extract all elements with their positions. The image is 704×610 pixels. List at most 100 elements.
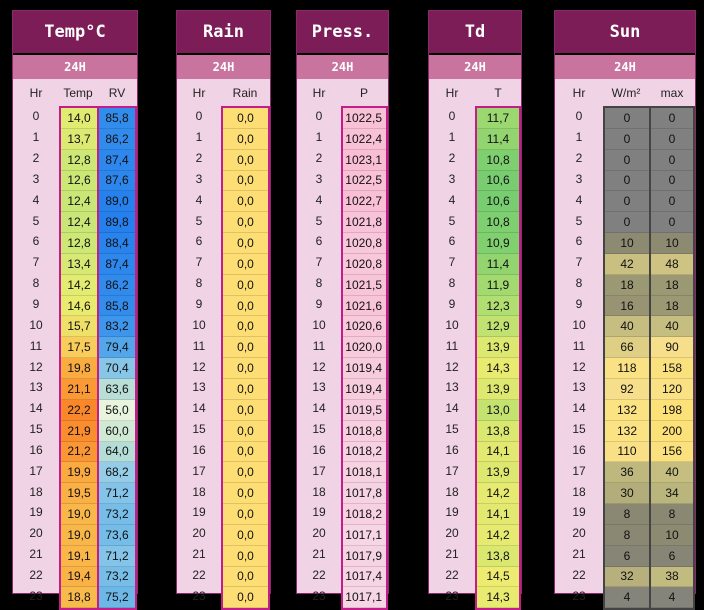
rain-value-cell: 0,0: [223, 462, 268, 484]
td-value-cell: 10,8: [477, 149, 519, 171]
hour-cell: 3: [315, 171, 323, 186]
hour-cell: 3: [195, 171, 203, 186]
hour-cell: 23: [192, 588, 206, 603]
sun-max-header: max: [660, 85, 684, 100]
hour-cell: 22: [312, 567, 326, 582]
td-hours: 0 1 2 3 4 5 6 7 8 9 10 11 12 13 14 15 16 17 18 19 20 21 22 23: [429, 106, 475, 606]
rv-value-cell: 71,2: [99, 545, 135, 567]
rv-value-cell: 87,4: [99, 149, 135, 171]
temp-value-cell: 12,8: [61, 149, 97, 171]
rain-value-cell: 0,0: [223, 170, 268, 192]
td-value-cell: 11,9: [477, 274, 519, 296]
sun-w-cell: 10: [605, 233, 649, 254]
td-value-cell: 14,1: [477, 441, 519, 463]
sun-max-cell: 198: [651, 399, 693, 421]
hour-cell: 15: [445, 422, 459, 437]
hour-cell: 15: [192, 422, 206, 437]
sun-w-cell: 6: [605, 545, 649, 567]
hour-cell: 18: [29, 484, 43, 499]
sun-max-cell: 40: [651, 316, 693, 338]
hour-cell: 18: [572, 484, 586, 499]
rain-value-cell: 0,0: [223, 420, 268, 442]
sun-w-cell: 36: [605, 462, 649, 484]
rv-value-cell: 85,8: [99, 108, 135, 129]
temp-value-cell: 12,8: [61, 233, 97, 254]
hour-cell: 4: [575, 192, 583, 207]
hour-cell: 3: [575, 171, 583, 186]
sun-max-cell: 10: [651, 524, 693, 546]
hour-cell: 13: [312, 380, 326, 395]
hour-cell: 12: [312, 359, 326, 374]
press-value-cell: 1018,2: [343, 441, 386, 463]
temp-value-cell: 14,0: [61, 108, 97, 129]
hour-cell: 11: [572, 338, 586, 353]
hour-cell: 10: [572, 317, 586, 332]
rain-value-cell: 0,0: [223, 274, 268, 296]
hour-cell: 0: [315, 109, 323, 124]
rv-col-header: RV: [108, 85, 126, 100]
hour-cell: 11: [445, 338, 459, 353]
temp-value-cell: 19,0: [61, 524, 97, 546]
press-value-cell: 1017,1: [343, 587, 386, 609]
hour-cell: 20: [572, 526, 586, 541]
rv-value-cell: 79,4: [99, 337, 135, 359]
rv-value-cell: 56,0: [99, 399, 135, 421]
td-value-cell: 13,0: [477, 399, 519, 421]
temp-value-cell: 21,1: [61, 378, 97, 400]
press-value-cell: 1021,6: [343, 295, 386, 317]
sun-max-cell: 34: [651, 483, 693, 505]
hour-cell: 11: [192, 338, 206, 353]
td-value-cell: 14,3: [477, 587, 519, 609]
td-value-cell: 11,4: [477, 253, 519, 275]
hour-cell: 18: [312, 484, 326, 499]
temp-values: 14,0 13,7 12,8 12,6 12,4 12,4 12,8 13,4 14,2 14,6…: [59, 106, 99, 610]
rv-value-cell: 86,2: [99, 128, 135, 150]
hour-cell: 15: [572, 422, 586, 437]
td-panel: Td 24H Hr T 0 1 2 3 4 5 6 7 8 9 10 11 12 13 14 15 16 17 18…: [428, 10, 522, 610]
hour-cell: 3: [448, 171, 456, 186]
hour-cell: 16: [572, 442, 586, 457]
hour-cell: 6: [575, 234, 583, 249]
hour-cell: 1: [315, 130, 323, 145]
press-value-cell: 1020,8: [343, 233, 386, 254]
press-value-cell: 1019,5: [343, 399, 386, 421]
hour-cell: 14: [29, 401, 43, 416]
hour-cell: 13: [29, 380, 43, 395]
temp-value-cell: 19,8: [61, 358, 97, 379]
hour-cell: 20: [29, 526, 43, 541]
rain-value-cell: 0,0: [223, 191, 268, 213]
hour-cell: 23: [312, 588, 326, 603]
sun-w-cell: 0: [605, 212, 649, 234]
hour-cell: 6: [32, 234, 40, 249]
td-value-cell: 13,9: [477, 337, 519, 359]
hour-cell: 21: [29, 547, 43, 562]
temp-value-cell: 19,9: [61, 462, 97, 484]
hour-cell: 17: [445, 463, 459, 478]
hour-cell: 14: [445, 401, 459, 416]
sun-w-cell: 132: [605, 399, 649, 421]
sun-hours: 0 1 2 3 4 5 6 7 8 9 10 11 12 13 14 15 16 17 18 19 20 21 22 23: [555, 106, 603, 606]
td-value-cell: 13,9: [477, 378, 519, 400]
td-value-cell: 11,7: [477, 108, 519, 129]
sun-w-cell: 8: [605, 504, 649, 525]
temp-hour-header: Hr: [29, 85, 43, 100]
temp-value-cell: 19,0: [61, 504, 97, 525]
rv-value-cell: 89,8: [99, 212, 135, 234]
rain-value-cell: 0,0: [223, 587, 268, 609]
rv-value-cell: 71,2: [99, 483, 135, 505]
hour-cell: 0: [575, 109, 583, 124]
hour-cell: 23: [445, 588, 459, 603]
hour-cell: 3: [32, 171, 40, 186]
hour-cell: 13: [572, 380, 586, 395]
hour-cell: 13: [192, 380, 206, 395]
sun-max-cell: 6: [651, 545, 693, 567]
hour-cell: 17: [312, 463, 326, 478]
press-value-cell: 1022,5: [343, 170, 386, 192]
hour-cell: 20: [312, 526, 326, 541]
rain-values: 0,0 0,0 0,0 0,0 0,0 0,0 0,0 0,0 0,0 0,0 0,0 0,0 0,0 0…: [221, 106, 270, 610]
hour-cell: 7: [315, 255, 323, 270]
hour-cell: 17: [29, 463, 43, 478]
press-col-header: P: [359, 85, 368, 100]
hour-cell: 7: [32, 255, 40, 270]
hour-cell: 9: [195, 297, 203, 312]
